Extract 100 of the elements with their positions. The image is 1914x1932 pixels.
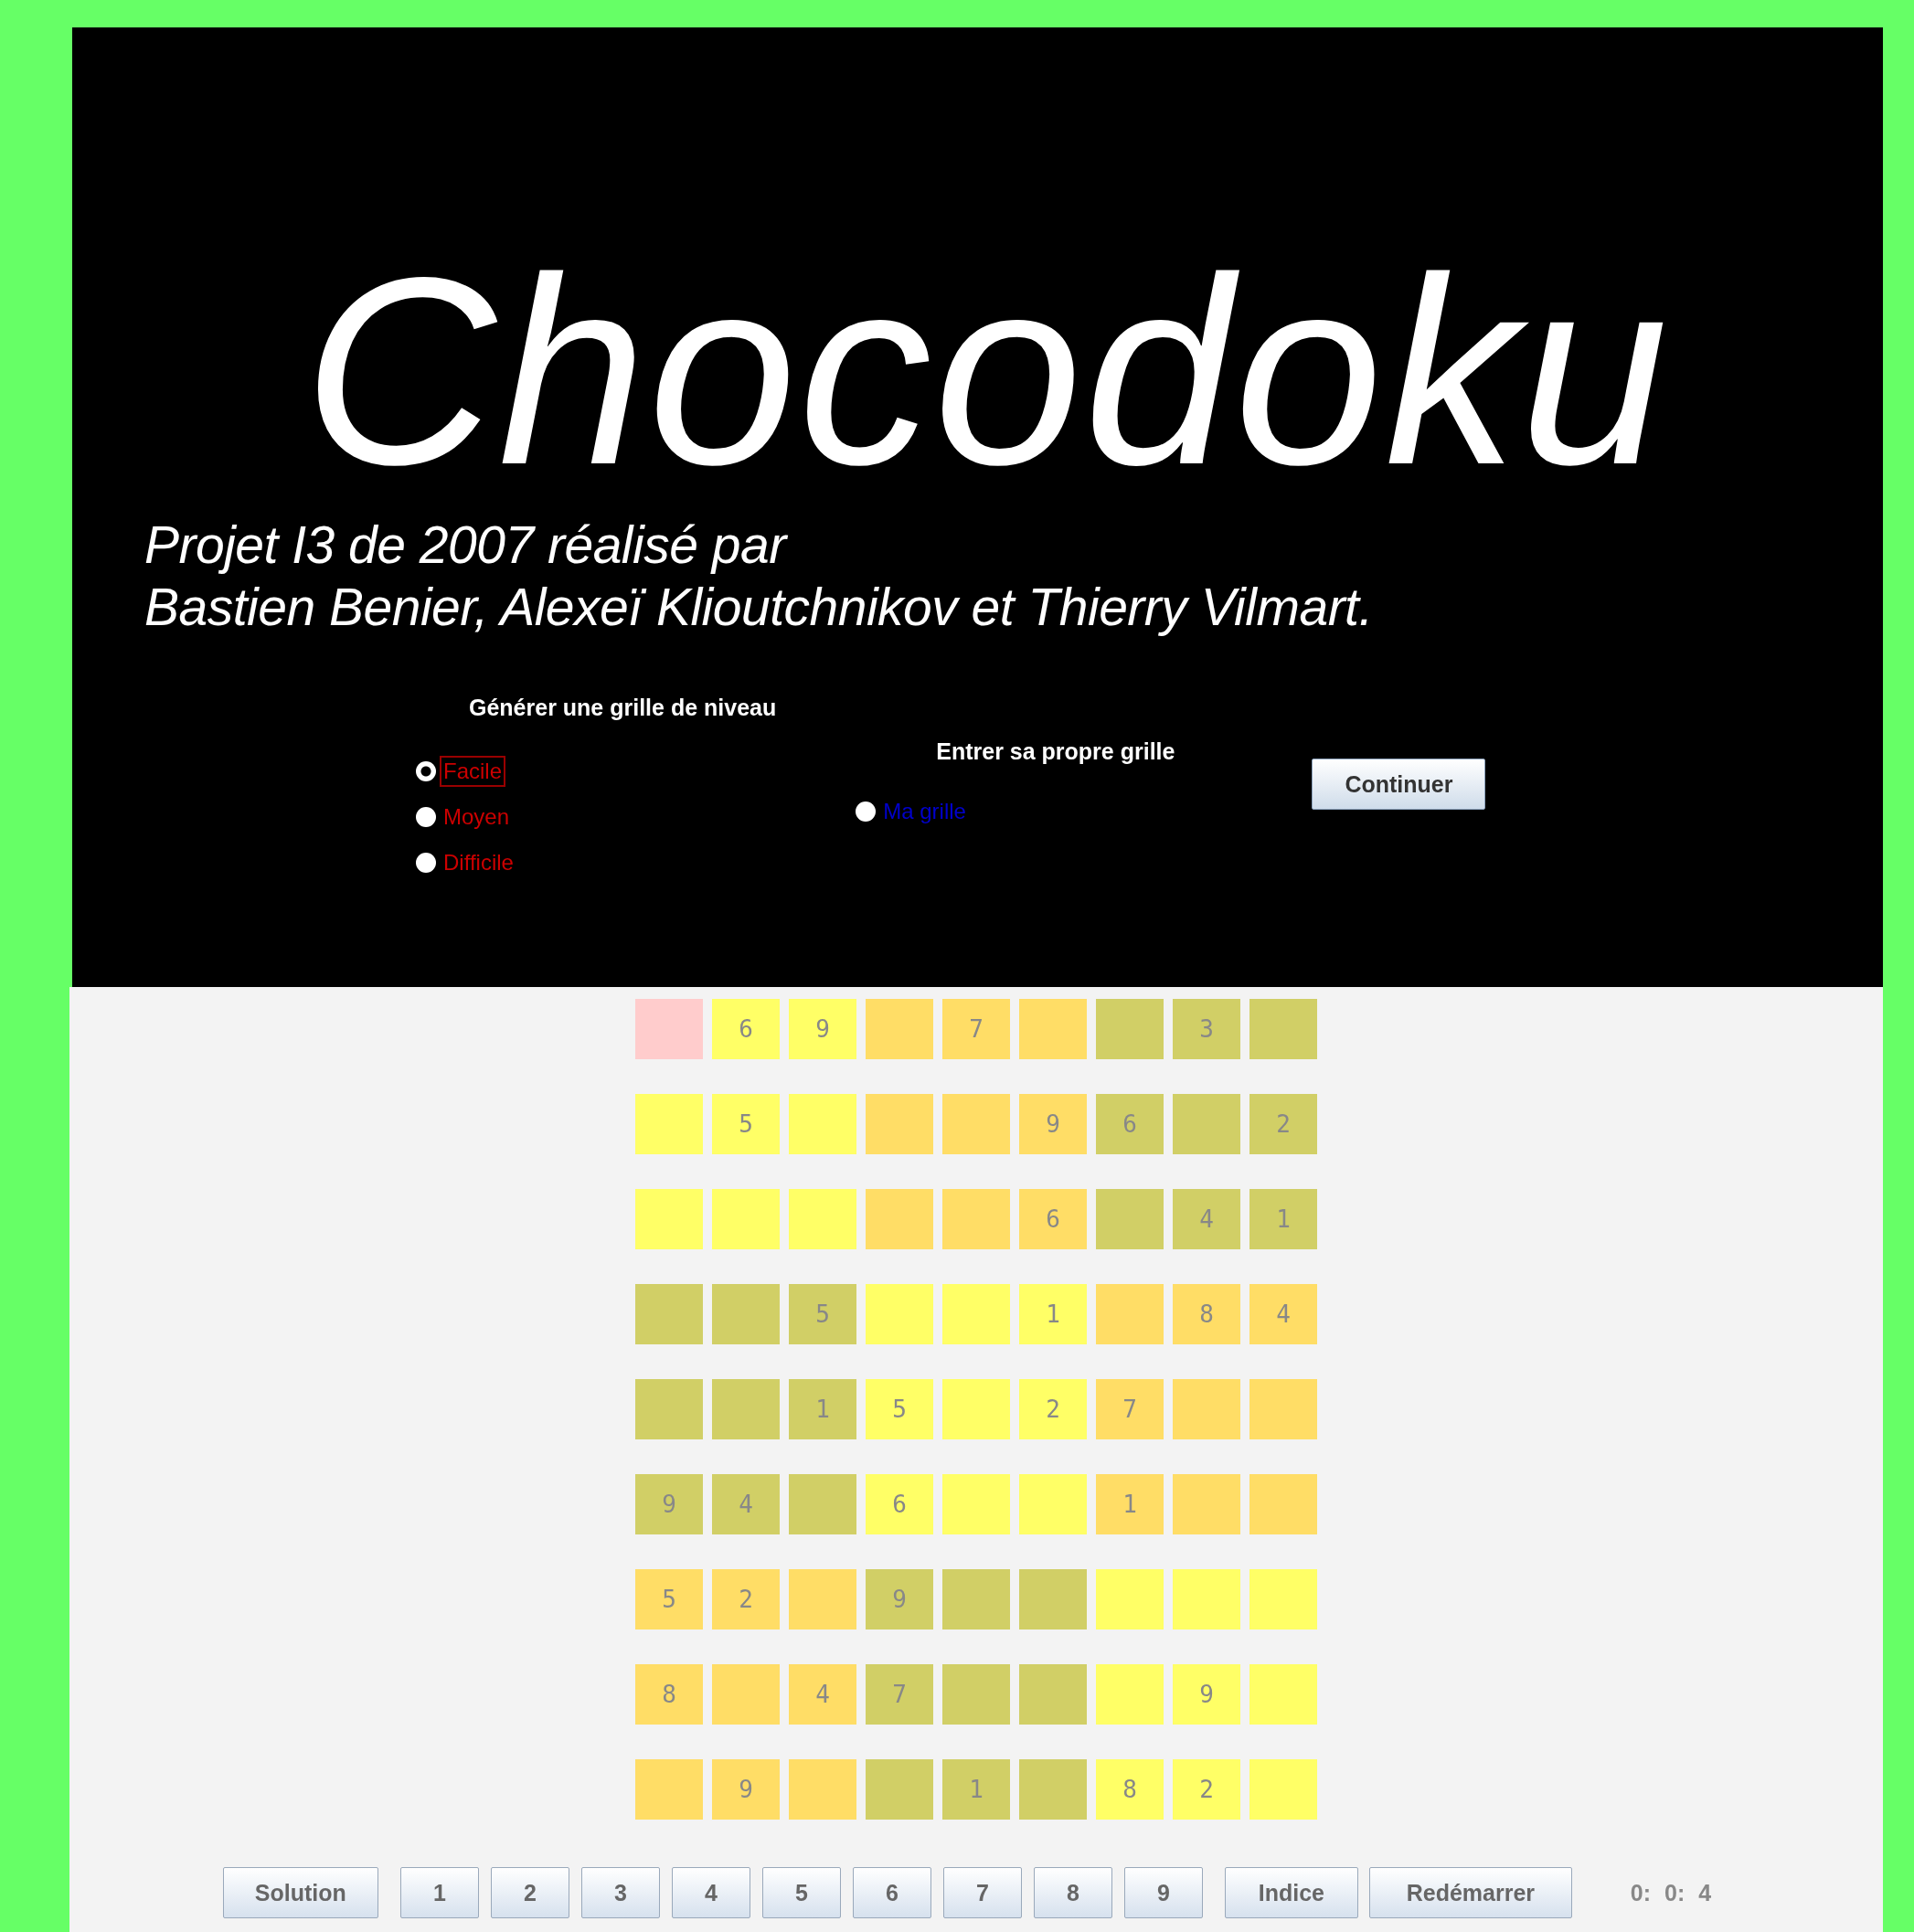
digit-button[interactable]: 4 xyxy=(671,1867,750,1918)
grid-cell[interactable]: 5 xyxy=(712,1094,780,1154)
digit-button[interactable]: 3 xyxy=(580,1867,660,1918)
grid-cell[interactable]: 6 xyxy=(712,999,780,1059)
grid-cell[interactable] xyxy=(866,1189,933,1249)
grid-cell[interactable] xyxy=(1096,1664,1164,1725)
grid-cell[interactable]: 1 xyxy=(942,1759,1010,1820)
digit-button[interactable]: 6 xyxy=(852,1867,931,1918)
digit-button[interactable]: 7 xyxy=(942,1867,1022,1918)
grid-cell[interactable]: 2 xyxy=(712,1569,780,1629)
radio-label[interactable]: Ma grille xyxy=(879,796,970,827)
grid-cell[interactable]: 4 xyxy=(789,1664,856,1725)
grid-cell[interactable] xyxy=(712,1664,780,1725)
grid-cell[interactable]: 1 xyxy=(789,1379,856,1439)
grid-cell[interactable] xyxy=(1249,1759,1317,1820)
digit-button[interactable]: 5 xyxy=(761,1867,841,1918)
grid-cell[interactable]: 9 xyxy=(866,1569,933,1629)
grid-cell[interactable]: 8 xyxy=(635,1664,703,1725)
grid-cell[interactable] xyxy=(1019,999,1087,1059)
grid-cell[interactable]: 9 xyxy=(712,1759,780,1820)
radio-label[interactable]: Facile xyxy=(440,756,506,787)
continue-button[interactable]: Continuer xyxy=(1312,759,1486,810)
grid-cell[interactable] xyxy=(1019,1569,1087,1629)
grid-cell[interactable] xyxy=(789,1569,856,1629)
grid-cell[interactable] xyxy=(1173,1094,1240,1154)
grid-cell[interactable] xyxy=(942,1094,1010,1154)
hint-button[interactable]: Indice xyxy=(1224,1867,1358,1918)
grid-cell[interactable]: 4 xyxy=(712,1474,780,1534)
grid-cell[interactable]: 7 xyxy=(866,1664,933,1725)
radio-button[interactable] xyxy=(856,801,877,822)
grid-cell[interactable]: 9 xyxy=(1173,1664,1240,1725)
radio-button[interactable] xyxy=(416,807,436,827)
grid-cell[interactable] xyxy=(712,1284,780,1344)
grid-cell[interactable]: 9 xyxy=(635,1474,703,1534)
digit-button[interactable]: 1 xyxy=(399,1867,479,1918)
grid-cell[interactable]: 6 xyxy=(866,1474,933,1534)
restart-button[interactable]: Redémarrer xyxy=(1368,1867,1572,1918)
grid-cell[interactable] xyxy=(866,1759,933,1820)
grid-cell[interactable] xyxy=(1173,1379,1240,1439)
grid-cell[interactable]: 4 xyxy=(1173,1189,1240,1249)
grid-cell[interactable] xyxy=(789,1189,856,1249)
grid-cell[interactable]: 5 xyxy=(789,1284,856,1344)
grid-cell[interactable] xyxy=(635,1379,703,1439)
grid-cell[interactable] xyxy=(712,1189,780,1249)
grid-cell[interactable]: 7 xyxy=(942,999,1010,1059)
grid-cell[interactable]: 4 xyxy=(1249,1284,1317,1344)
grid-cell[interactable]: 6 xyxy=(1019,1189,1087,1249)
grid-cell[interactable] xyxy=(1019,1474,1087,1534)
grid-cell[interactable] xyxy=(1173,1569,1240,1629)
digit-button[interactable]: 8 xyxy=(1033,1867,1112,1918)
grid-cell[interactable] xyxy=(1096,1189,1164,1249)
radio-button[interactable] xyxy=(416,853,436,873)
grid-cell[interactable] xyxy=(1249,999,1317,1059)
grid-cell[interactable] xyxy=(635,1094,703,1154)
grid-cell[interactable] xyxy=(635,1189,703,1249)
grid-cell[interactable]: 1 xyxy=(1096,1474,1164,1534)
grid-cell[interactable]: 1 xyxy=(1019,1284,1087,1344)
grid-cell[interactable] xyxy=(942,1189,1010,1249)
grid-cell[interactable]: 5 xyxy=(866,1379,933,1439)
grid-cell[interactable] xyxy=(866,1284,933,1344)
grid-cell[interactable]: 9 xyxy=(789,999,856,1059)
solution-button[interactable]: Solution xyxy=(222,1867,378,1918)
grid-cell[interactable]: 3 xyxy=(1173,999,1240,1059)
radio-button[interactable] xyxy=(416,761,436,781)
grid-cell[interactable] xyxy=(712,1379,780,1439)
grid-cell[interactable]: 2 xyxy=(1173,1759,1240,1820)
grid-cell[interactable] xyxy=(942,1569,1010,1629)
grid-cell[interactable] xyxy=(789,1759,856,1820)
grid-cell[interactable] xyxy=(1173,1474,1240,1534)
grid-cell[interactable] xyxy=(942,1664,1010,1725)
digit-button[interactable]: 2 xyxy=(490,1867,569,1918)
grid-cell[interactable] xyxy=(866,1094,933,1154)
grid-cell[interactable] xyxy=(1096,1284,1164,1344)
grid-cell[interactable] xyxy=(635,1759,703,1820)
grid-cell[interactable] xyxy=(1019,1759,1087,1820)
grid-cell[interactable] xyxy=(1249,1569,1317,1629)
grid-cell[interactable]: 8 xyxy=(1096,1759,1164,1820)
grid-cell[interactable] xyxy=(1249,1474,1317,1534)
grid-cell[interactable] xyxy=(635,999,703,1059)
grid-cell[interactable] xyxy=(1096,1569,1164,1629)
grid-cell[interactable] xyxy=(1096,999,1164,1059)
digit-button[interactable]: 9 xyxy=(1123,1867,1203,1918)
grid-cell[interactable] xyxy=(1249,1379,1317,1439)
grid-cell[interactable]: 1 xyxy=(1249,1189,1317,1249)
radio-label[interactable]: Difficile xyxy=(440,847,517,878)
radio-label[interactable]: Moyen xyxy=(440,801,514,833)
grid-cell[interactable]: 8 xyxy=(1173,1284,1240,1344)
grid-cell[interactable]: 2 xyxy=(1019,1379,1087,1439)
grid-cell[interactable]: 6 xyxy=(1096,1094,1164,1154)
grid-cell[interactable]: 7 xyxy=(1096,1379,1164,1439)
grid-cell[interactable]: 5 xyxy=(635,1569,703,1629)
grid-cell[interactable] xyxy=(635,1284,703,1344)
grid-cell[interactable] xyxy=(1249,1664,1317,1725)
grid-cell[interactable] xyxy=(789,1474,856,1534)
grid-cell[interactable]: 9 xyxy=(1019,1094,1087,1154)
grid-cell[interactable]: 2 xyxy=(1249,1094,1317,1154)
grid-cell[interactable] xyxy=(1019,1664,1087,1725)
grid-cell[interactable] xyxy=(789,1094,856,1154)
grid-cell[interactable] xyxy=(942,1379,1010,1439)
grid-cell[interactable] xyxy=(942,1284,1010,1344)
